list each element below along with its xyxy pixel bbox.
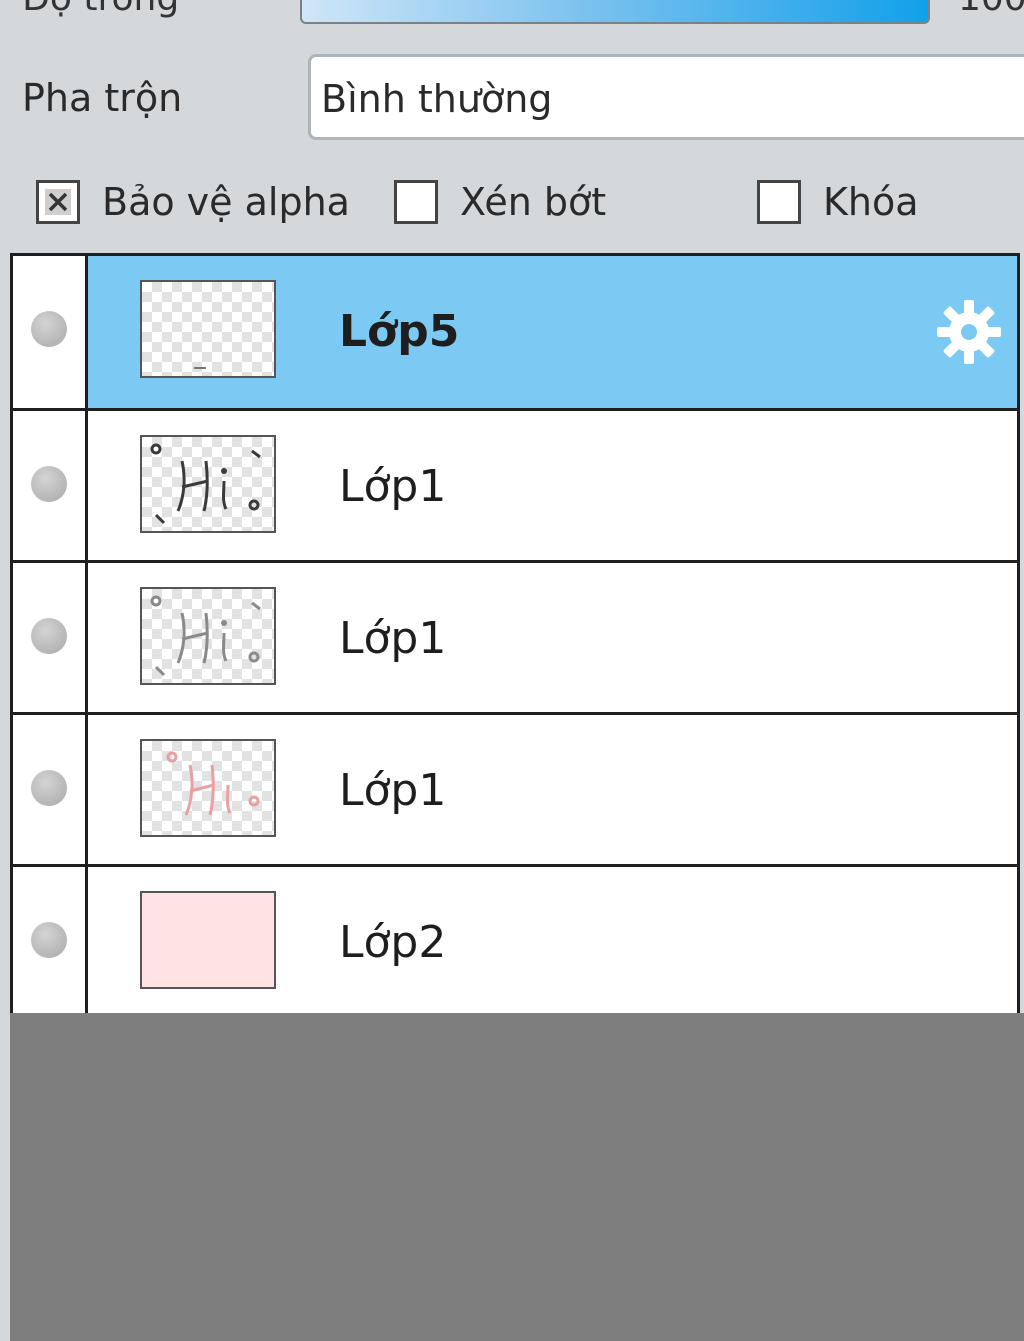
protect-alpha-label: Bảo vệ alpha xyxy=(102,180,350,224)
clipping-option[interactable]: Xén bớt xyxy=(394,176,606,228)
visibility-cell[interactable] xyxy=(13,563,88,715)
lock-label: Khóa xyxy=(823,180,919,224)
layer-preview-image xyxy=(194,367,206,369)
opacity-label: Độ trong xyxy=(22,0,179,19)
visibility-toggle-icon[interactable] xyxy=(31,466,67,502)
visibility-toggle-icon[interactable] xyxy=(31,618,67,654)
layer-preview-image xyxy=(150,443,261,525)
clipping-label: Xén bớt xyxy=(460,180,607,224)
layer-preview-image xyxy=(150,595,261,677)
opacity-slider[interactable] xyxy=(300,0,930,24)
layer-name: Lớp1 xyxy=(339,613,447,664)
lock-checkbox[interactable] xyxy=(757,180,801,224)
layer-preview-image xyxy=(166,751,260,816)
layer-row[interactable]: Lớp1 xyxy=(13,712,1017,867)
layer-list-empty-area xyxy=(10,1013,1024,1341)
layer-thumbnail xyxy=(140,587,276,685)
visibility-toggle-icon[interactable] xyxy=(31,922,67,958)
layer-name: Lớp1 xyxy=(339,461,447,512)
blend-mode-select[interactable]: Bình thường xyxy=(308,54,1024,140)
layer-name: Lớp2 xyxy=(339,917,447,968)
layer-name: Lớp5 xyxy=(339,306,460,357)
protect-alpha-checkbox[interactable] xyxy=(36,180,80,224)
opacity-value: 100 xyxy=(958,0,1024,19)
layer-row[interactable]: Lớp5 xyxy=(13,256,1017,408)
visibility-cell[interactable] xyxy=(13,867,88,1019)
visibility-toggle-icon[interactable] xyxy=(31,770,67,806)
visibility-toggle-icon[interactable] xyxy=(31,311,67,347)
layer-thumbnail xyxy=(140,435,276,533)
layer-thumbnail xyxy=(140,280,276,378)
layer-thumbnail xyxy=(140,739,276,837)
lock-option[interactable]: Khóa xyxy=(757,176,919,228)
visibility-cell[interactable] xyxy=(13,411,88,563)
visibility-cell[interactable] xyxy=(13,256,88,408)
layer-thumbnail xyxy=(140,891,276,989)
clipping-checkbox[interactable] xyxy=(394,180,438,224)
layer-row[interactable]: Lớp2 xyxy=(13,864,1017,1019)
layer-row[interactable]: Lớp1 xyxy=(13,560,1017,715)
gear-icon[interactable] xyxy=(933,296,1005,368)
layer-list: Lớp5 Lớp1 Lớp1 Lớp1 Lớp2 xyxy=(10,253,1020,1019)
visibility-cell[interactable] xyxy=(13,715,88,867)
layer-panel: Độ trong 100 Pha trộn Bình thường Bảo vệ… xyxy=(0,0,1024,1341)
layer-row[interactable]: Lớp1 xyxy=(13,408,1017,563)
protect-alpha-option[interactable]: Bảo vệ alpha xyxy=(36,176,350,228)
layer-name: Lớp1 xyxy=(339,765,447,816)
x-mark-icon xyxy=(45,189,71,215)
blend-mode-value: Bình thường xyxy=(321,77,553,121)
blend-mode-label: Pha trộn xyxy=(22,76,183,120)
